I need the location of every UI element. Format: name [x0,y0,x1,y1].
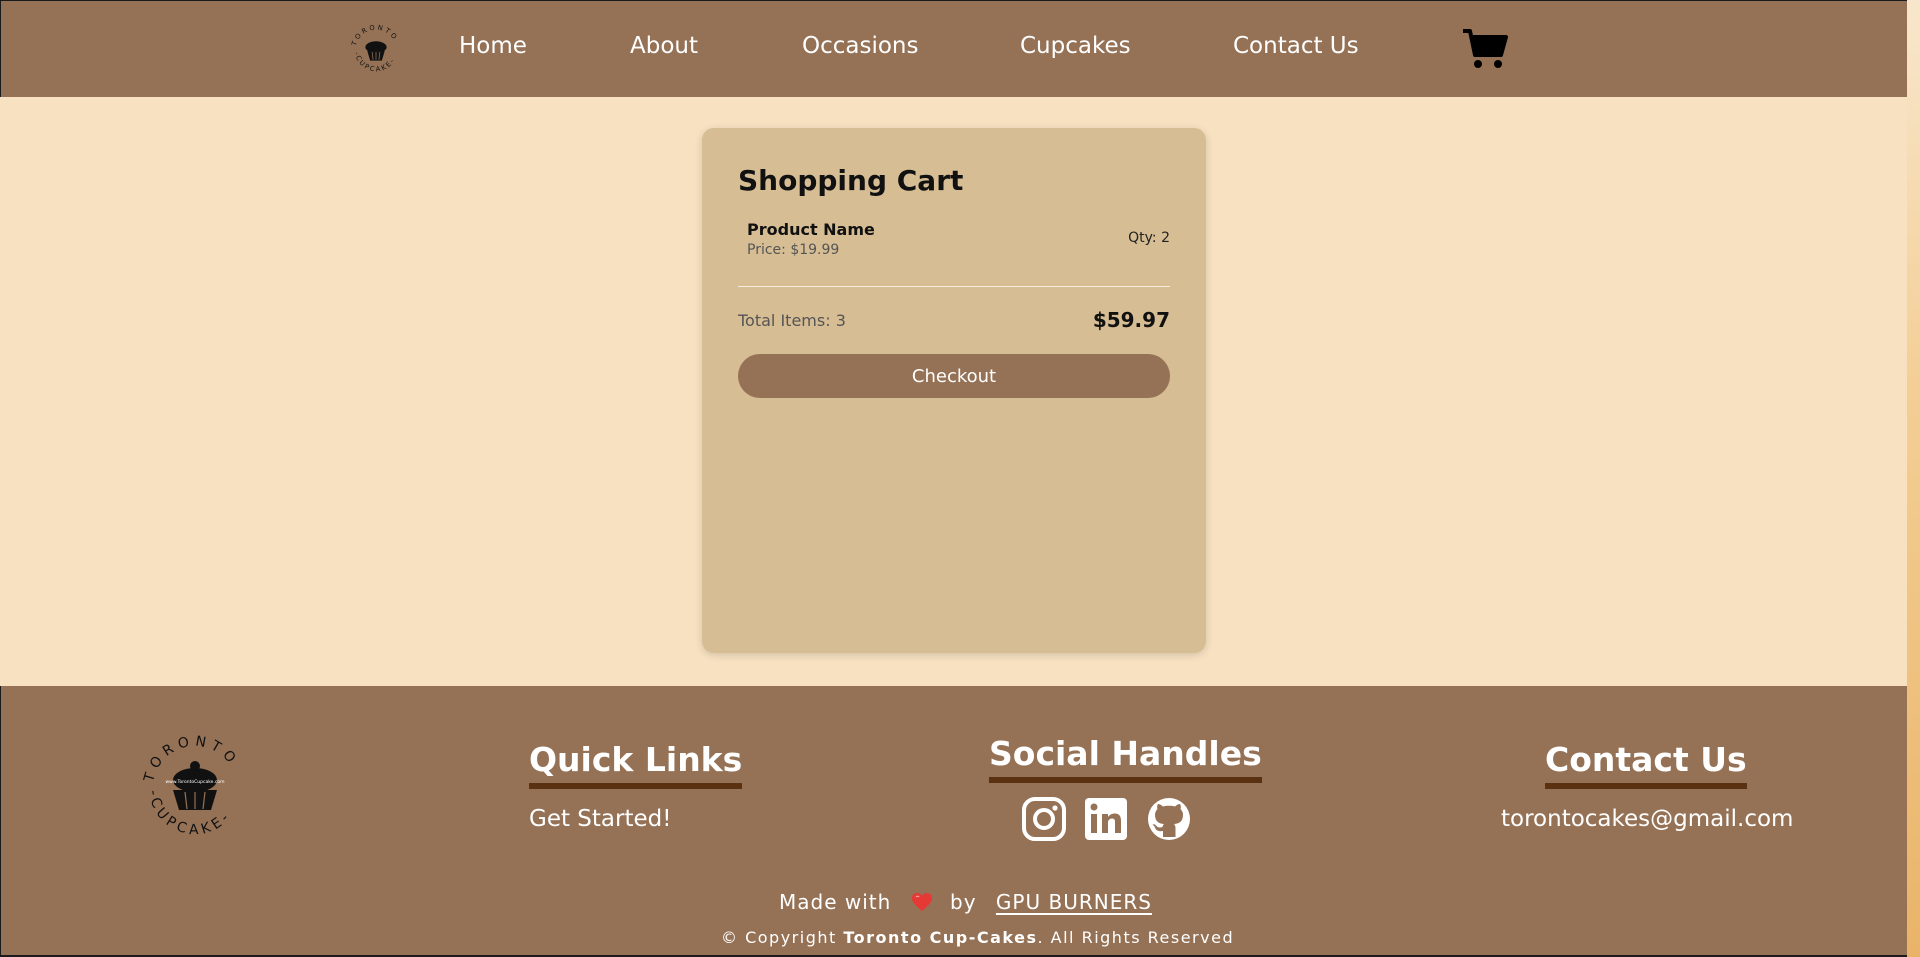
nav-about[interactable]: About [630,33,698,59]
cart-item-price: Price: $19.99 [747,242,840,258]
contact-email[interactable]: torontocakes@gmail.com [1501,806,1793,832]
cart-total-items: Total Items: 3 [738,311,846,330]
cart-title: Shopping Cart [738,164,964,197]
cart-item-name: Product Name [747,220,875,239]
copyright-brand: Toronto Cup-Cakes [843,928,1038,947]
cart-item-qty: Qty: 2 [1128,230,1170,246]
social-handles-heading: Social Handles [989,734,1262,783]
nav-contact-us[interactable]: Contact Us [1233,33,1359,59]
made-with-text: Made with [779,890,892,914]
cart-total-price: $59.97 [1092,308,1170,332]
site-footer: TORONTO -CUPCAKE- www.TorontoCupcake.com… [0,686,1907,957]
scrollbar-strip[interactable] [1907,0,1920,957]
made-with-line: Made with by GPU BURNERS [779,890,1152,914]
made-with-by: by [950,890,977,914]
instagram-icon[interactable] [1021,796,1067,842]
heart-icon [911,893,932,911]
gpu-burners-link[interactable]: GPU BURNERS [996,890,1152,914]
cart-divider [738,286,1170,287]
toronto-cupcake-logo-icon: TORONTO -CUPCAKE- www.TorontoCupcake.com [141,733,237,838]
contact-us-heading: Contact Us [1545,740,1747,789]
site-header: TORONTO -CUPCAKE- Home About Occasions C… [0,0,1907,97]
shopping-cart-card: Shopping Cart Product Name Price: $19.99… [702,128,1206,653]
nav-cupcakes[interactable]: Cupcakes [1020,33,1131,59]
github-icon[interactable] [1146,796,1192,842]
checkout-button[interactable]: Checkout [738,354,1170,398]
linkedin-icon[interactable] [1083,796,1129,842]
toronto-cupcake-logo-icon[interactable]: TORONTO -CUPCAKE- [347,21,405,79]
copyright-suffix: . All Rights Reserved [1037,928,1235,947]
copyright: © Copyright Toronto Cup-Cakes. All Right… [721,928,1234,947]
footer-logo-url: www.TorontoCupcake.com [165,779,224,785]
quick-links-heading: Quick Links [529,740,743,789]
shopping-cart-icon[interactable] [1461,27,1509,71]
get-started-link[interactable]: Get Started! [529,806,671,832]
nav-occasions[interactable]: Occasions [802,33,919,59]
copyright-prefix: © Copyright [721,928,837,947]
nav-home[interactable]: Home [459,33,527,59]
